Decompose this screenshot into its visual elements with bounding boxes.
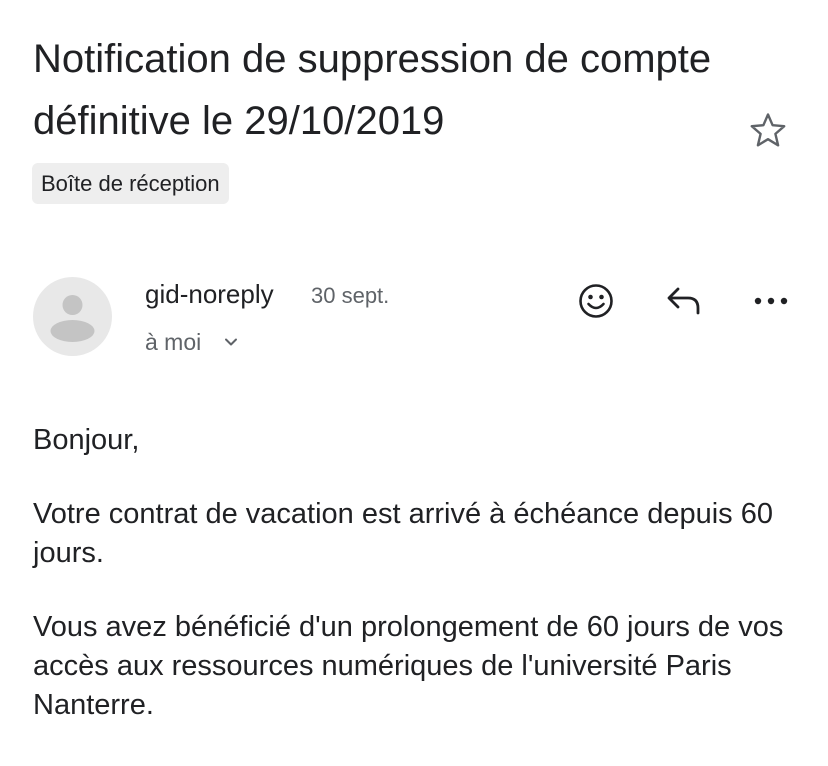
default-person-icon <box>50 295 95 342</box>
recipient-label: à moi <box>145 329 202 355</box>
label-chip-inbox[interactable]: Boîte de réception <box>32 163 229 204</box>
smiley-face-icon <box>579 284 613 318</box>
email-subject: Notification de suppression de compte dé… <box>33 37 712 143</box>
chevron-down-icon <box>225 338 238 346</box>
add-reaction-button[interactable] <box>574 279 618 323</box>
body-paragraph: Vous avez bénéficié d'un prolongement de… <box>33 611 784 721</box>
recipient-toggle[interactable]: à moi <box>145 325 239 359</box>
reply-arrow-icon <box>667 287 700 315</box>
more-horizontal-icon <box>754 297 788 305</box>
avatar <box>33 277 112 356</box>
more-options-button[interactable] <box>749 279 793 323</box>
sender-name[interactable]: gid-noreply <box>145 276 274 312</box>
body-paragraph: Votre contrat de vacation est arrivé à é… <box>33 498 773 569</box>
reply-button[interactable] <box>662 279 706 323</box>
star-icon[interactable] <box>746 109 790 153</box>
body-greeting: Bonjour, <box>33 424 140 456</box>
message-date: 30 sept. <box>311 283 390 308</box>
